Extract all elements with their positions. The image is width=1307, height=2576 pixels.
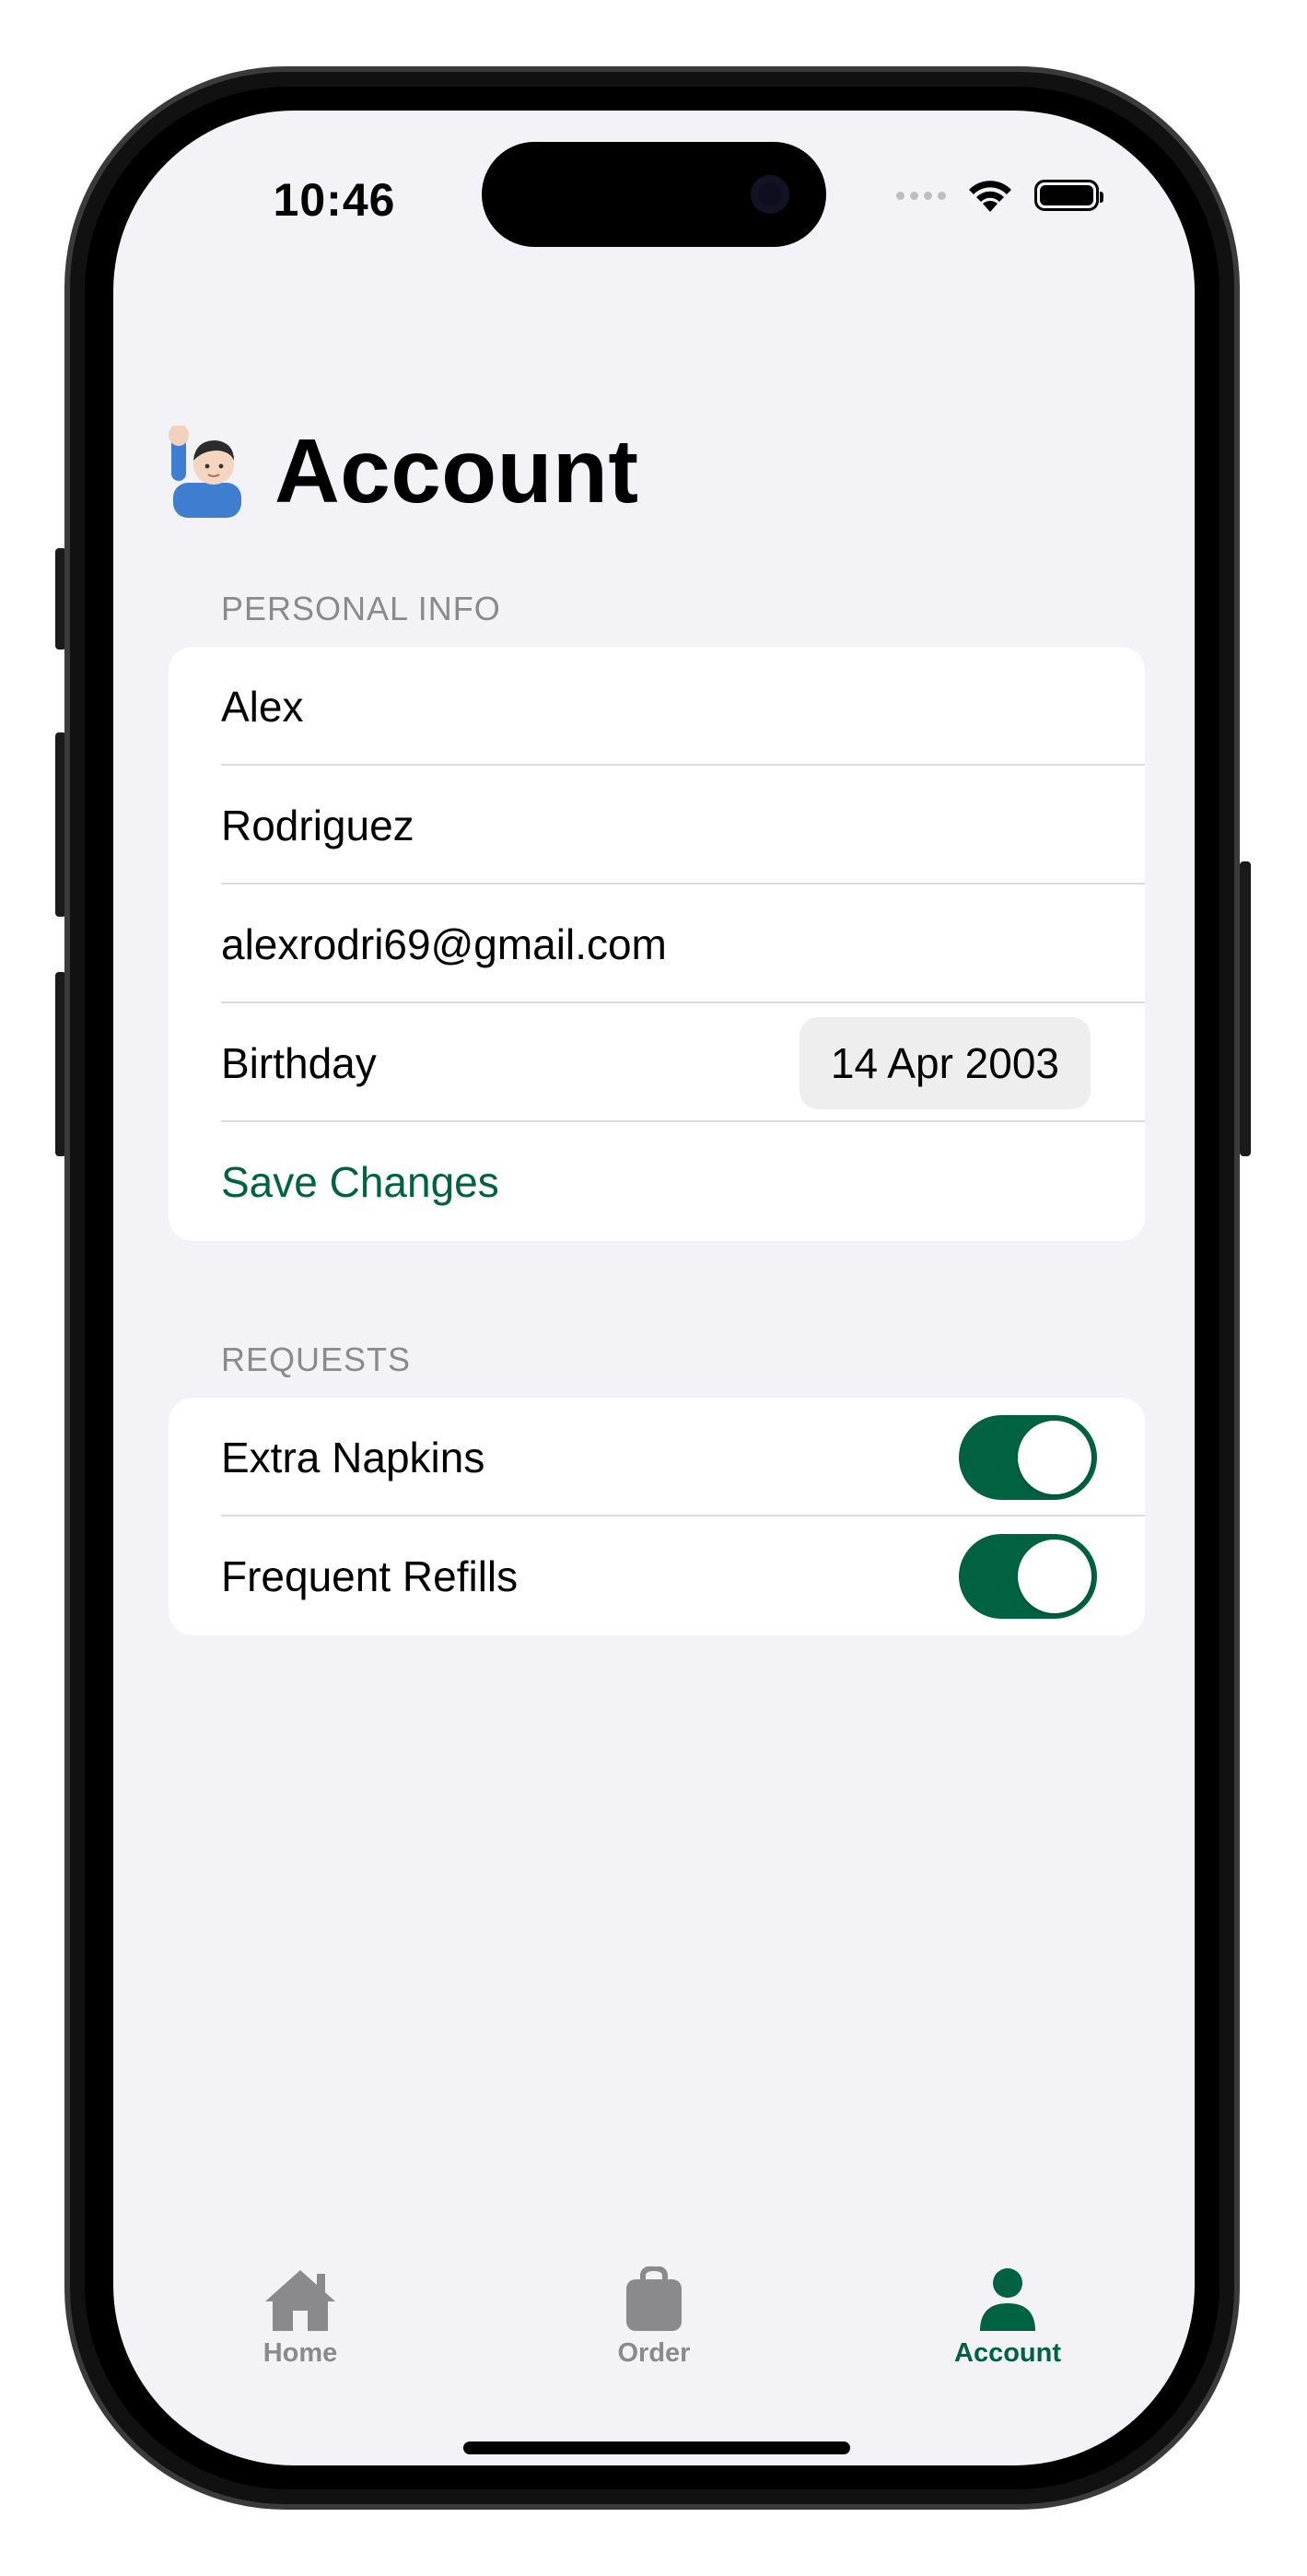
frequent-refills-label: Frequent Refills xyxy=(221,1551,519,1600)
extra-napkins-row: Extra Napkins xyxy=(169,1398,1145,1516)
first-name-value: Alex xyxy=(221,682,304,731)
home-indicator[interactable] xyxy=(463,2441,850,2454)
tab-order-label: Order xyxy=(617,2338,691,2368)
status-time: 10:46 xyxy=(273,174,396,226)
email-value: alexrodri69@gmail.com xyxy=(221,919,667,968)
birthday-row: Birthday 14 Apr 2003 xyxy=(169,1003,1145,1122)
requests-group: Extra Napkins Frequent Refills xyxy=(169,1398,1145,1635)
tab-bar: Home Order Account xyxy=(113,2266,1195,2395)
wifi-icon xyxy=(969,181,1011,212)
save-changes-button[interactable]: Save Changes xyxy=(169,1122,1145,1241)
tab-account-label: Account xyxy=(954,2338,1061,2368)
extra-napkins-label: Extra Napkins xyxy=(221,1433,485,1481)
save-changes-label: Save Changes xyxy=(221,1157,499,1206)
birthday-label: Birthday xyxy=(221,1038,377,1087)
last-name-field[interactable]: Rodriguez xyxy=(169,766,1145,884)
cellular-signal-icon xyxy=(896,191,946,200)
frequent-refills-toggle[interactable] xyxy=(959,1534,1097,1619)
section-header-requests: REQUESTS xyxy=(221,1341,412,1378)
status-icons xyxy=(896,175,1103,216)
toggle-knob xyxy=(1018,1540,1091,1613)
email-field[interactable]: alexrodri69@gmail.com xyxy=(169,884,1145,1003)
page-title: Account xyxy=(274,420,639,521)
extra-napkins-toggle[interactable] xyxy=(959,1415,1097,1500)
first-name-field[interactable]: Alex xyxy=(169,647,1145,766)
person-raising-hand-icon xyxy=(169,425,241,518)
birthday-date-picker[interactable]: 14 Apr 2003 xyxy=(799,1017,1091,1109)
bag-icon xyxy=(626,2266,682,2331)
tab-home-label: Home xyxy=(263,2338,338,2368)
page-title-row: Account xyxy=(166,419,639,523)
personal-info-group: Alex Rodriguez alexrodri69@gmail.com Bir… xyxy=(169,647,1145,1241)
house-icon xyxy=(265,2270,335,2331)
tab-home[interactable]: Home xyxy=(190,2266,411,2369)
last-name-value: Rodriguez xyxy=(221,801,414,849)
battery-icon xyxy=(1034,180,1103,211)
section-header-personal-info: PERSONAL INFO xyxy=(221,590,501,627)
front-camera-icon xyxy=(751,175,789,214)
frequent-refills-row: Frequent Refills xyxy=(169,1516,1145,1635)
power-button xyxy=(1240,861,1251,1156)
tab-account[interactable]: Account xyxy=(897,2266,1118,2369)
screen: 10:46 Account PERSONAL INFO Alex Rodrigu… xyxy=(113,111,1195,2465)
person-icon xyxy=(980,2268,1035,2331)
tab-order[interactable]: Order xyxy=(543,2266,764,2369)
dynamic-island xyxy=(482,142,826,247)
toggle-knob xyxy=(1018,1421,1091,1494)
